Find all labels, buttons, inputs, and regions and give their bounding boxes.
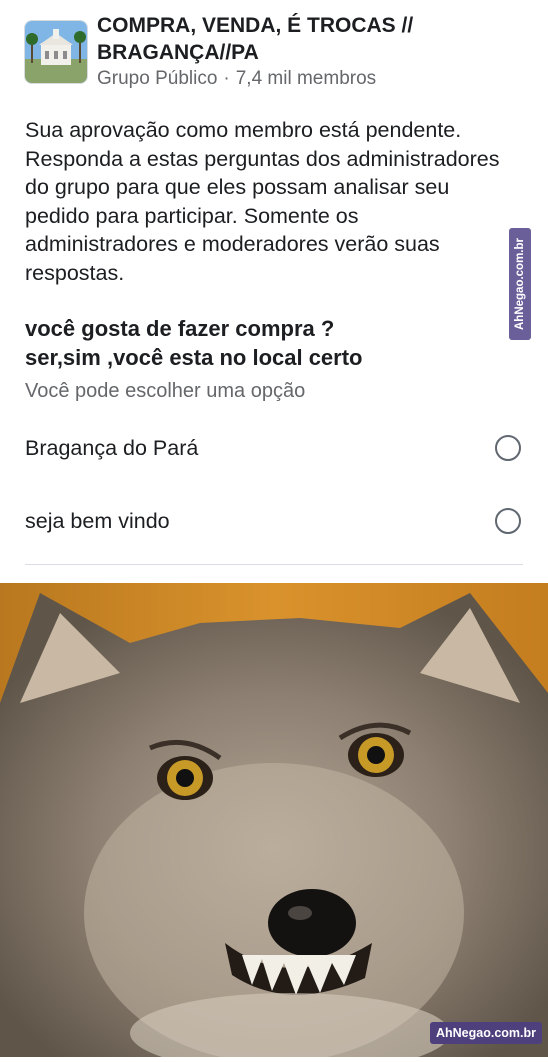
divider [25,564,523,565]
answer-option-label: seja bem vindo [25,508,170,533]
answer-option[interactable]: Bragança do Pará [25,428,523,468]
watermark-side: AhNegao.com.br [509,228,531,340]
watermark-bottom: AhNegao.com.br [430,1022,542,1044]
group-title[interactable]: COMPRA, VENDA, É TROCAS // BRAGANÇA//PA [97,12,517,66]
group-cover-thumbnail[interactable] [24,20,88,84]
group-type: Grupo Público [97,68,218,89]
radio-button[interactable] [495,435,521,461]
answer-option[interactable]: seja bem vindo [25,501,523,541]
meta-separator: · [223,68,230,89]
answer-option-label: Bragança do Pará [25,435,199,460]
member-count: 7,4 mil membros [235,68,377,89]
pending-approval-message: Sua aprovação como membro está pendente.… [25,118,500,285]
question-line-2: ser,sim ,você esta no local certo [25,345,363,370]
radio-button[interactable] [495,508,521,534]
question-hint: Você pode escolher uma opção [25,380,306,402]
group-meta: Grupo Público · 7,4 mil membros [97,68,376,90]
grinning-wolf-photo [0,583,548,1062]
group-header: COMPRA, VENDA, É TROCAS // BRAGANÇA//PA … [24,12,524,94]
watermark-side-text: AhNegao.com.br [514,237,527,331]
question-line-1: você gosta de fazer compra ? [25,316,335,341]
membership-question: você gosta de fazer compra ? ser,sim ,vo… [25,314,505,372]
